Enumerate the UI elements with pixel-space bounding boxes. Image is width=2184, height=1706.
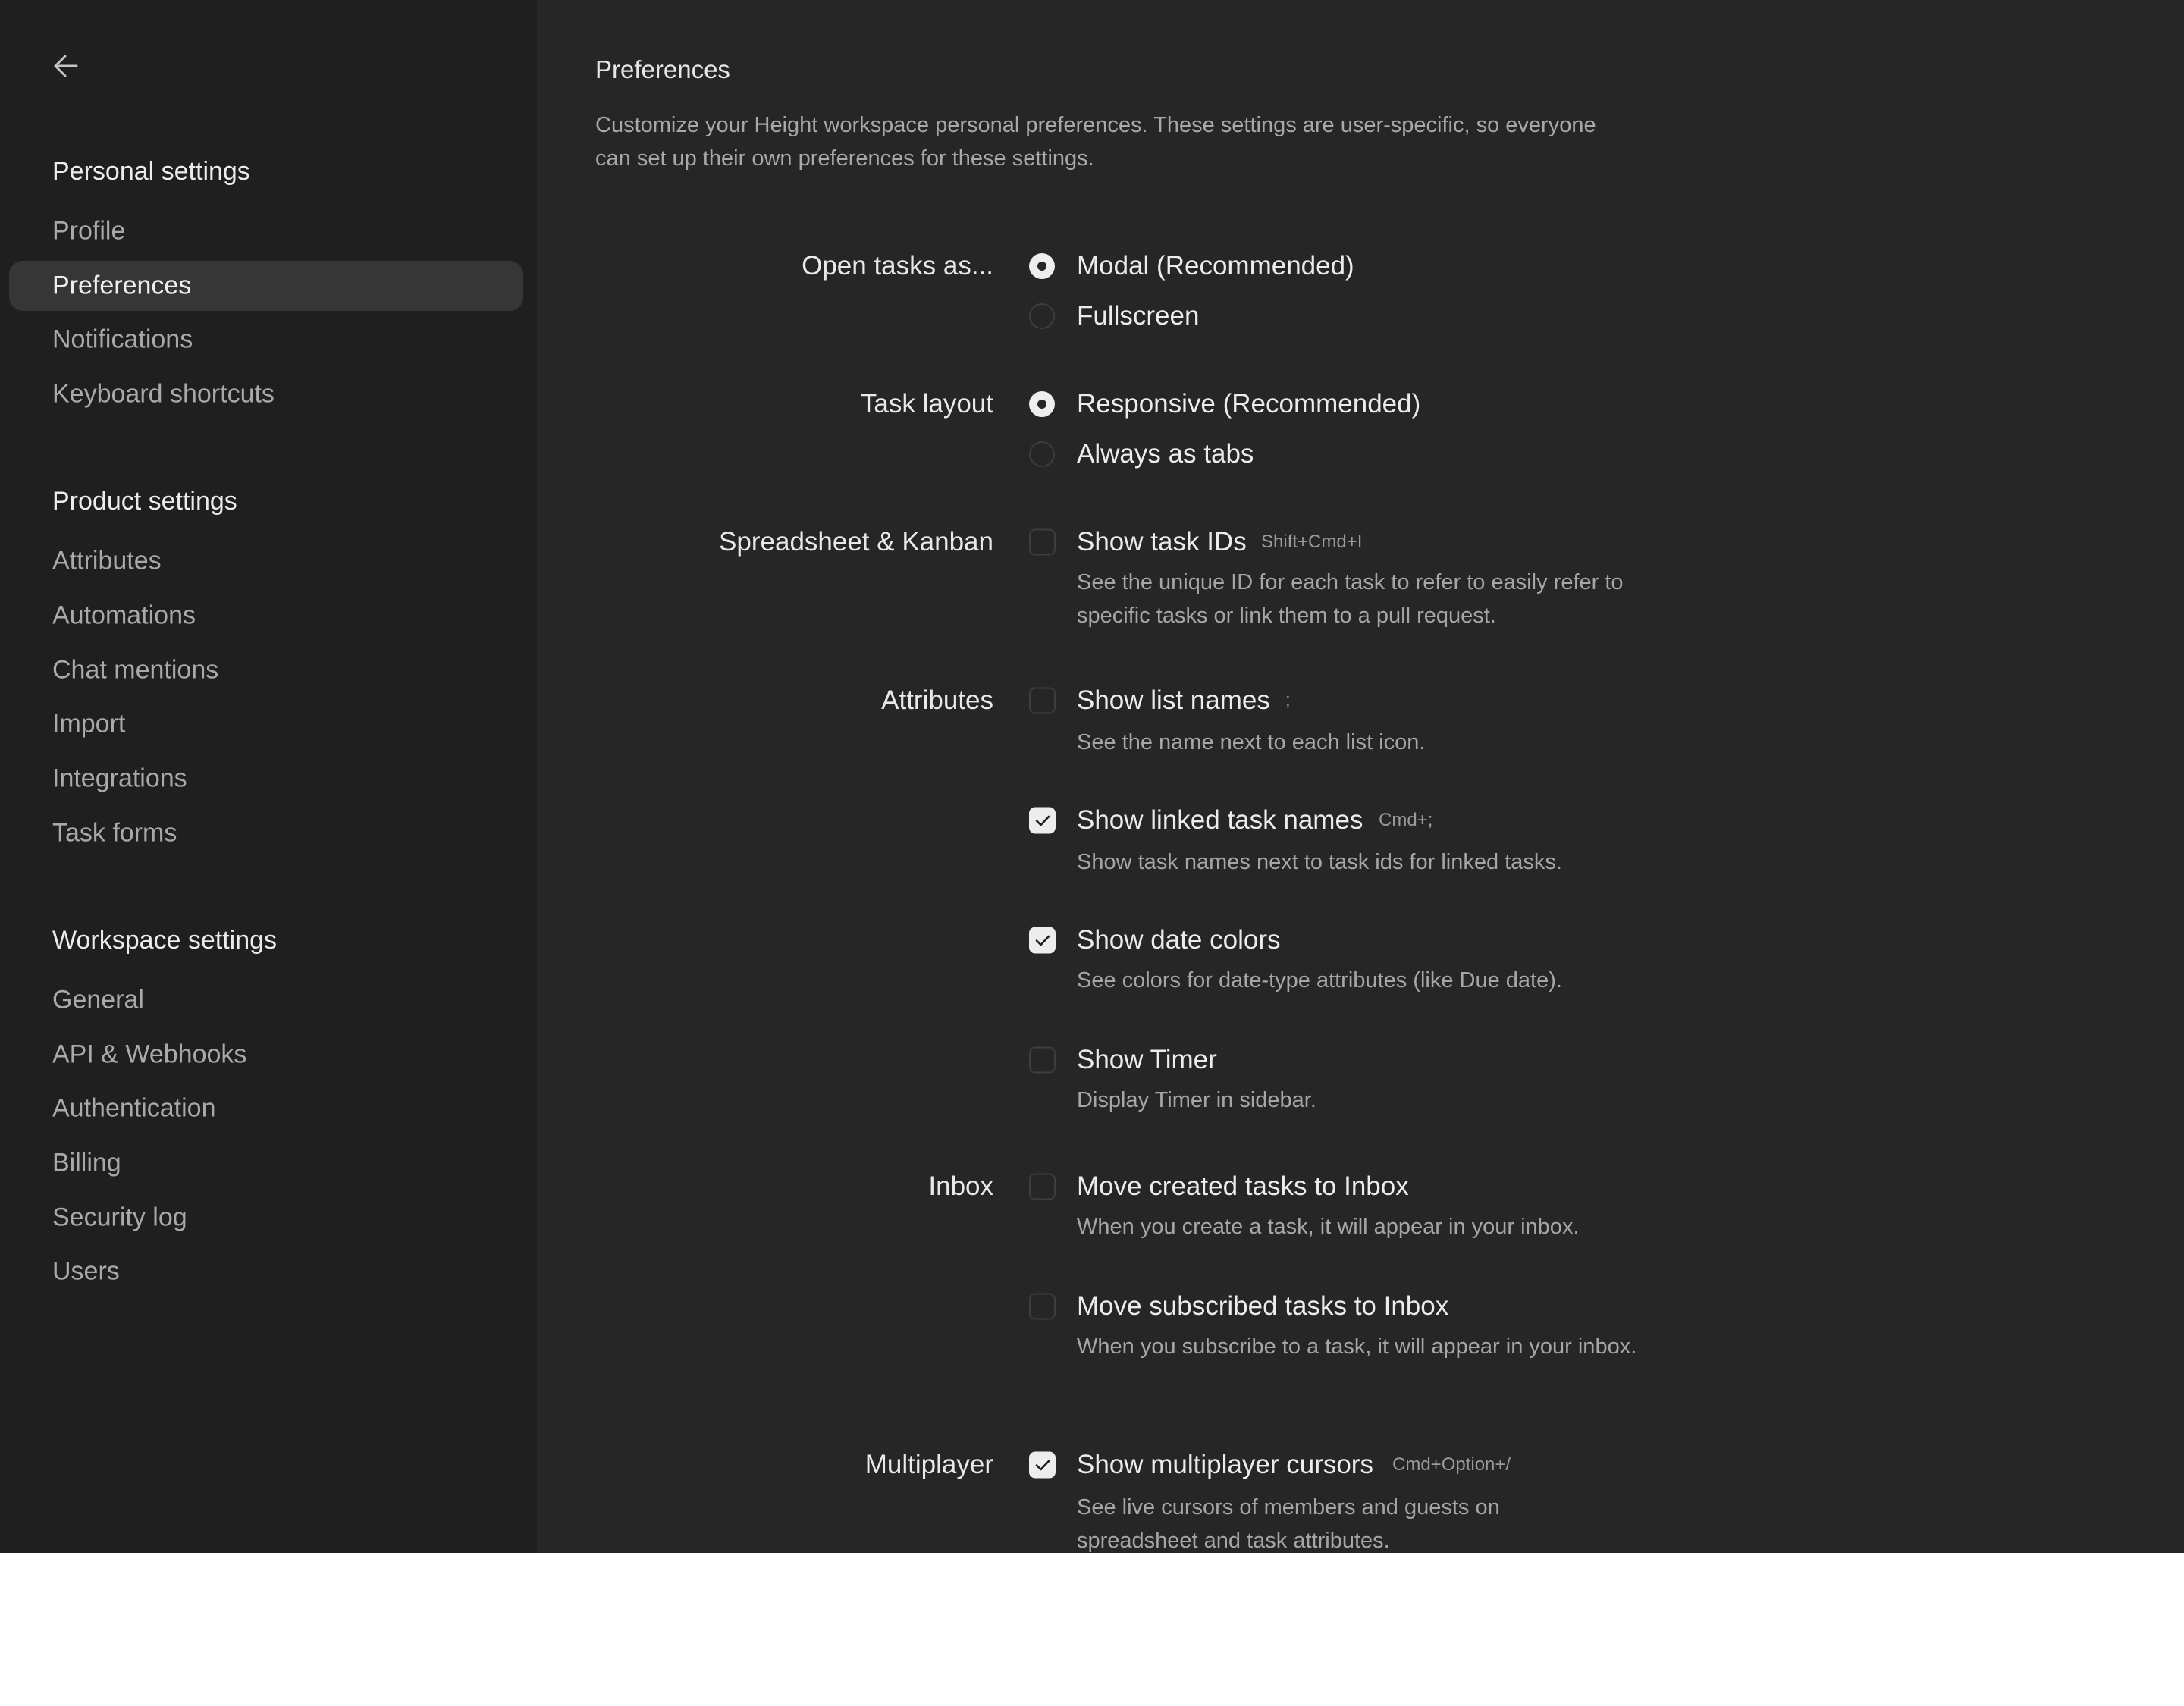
move-subscribed-to-inbox-description: When you subscribe to a task, it will ap… [1077, 1334, 1637, 1359]
sidebar-item-label: Preferences [52, 271, 192, 300]
settings-window: Personal settings Profile Preferences No… [0, 0, 2184, 1553]
sidebar-item-general[interactable]: General [9, 975, 523, 1025]
show-task-ids-shortcut: Shift+Cmd+I [1261, 532, 1363, 552]
show-task-ids-description: See the unique ID for each task to refer… [1077, 570, 1624, 628]
open-tasks-label: Open tasks as... [802, 251, 993, 281]
checkbox-show-date-colors[interactable] [1029, 927, 1056, 954]
sidebar-item-import[interactable]: Import [9, 699, 523, 749]
sidebar-item-label: Integrations [52, 764, 187, 793]
sidebar-item-label: Chat mentions [52, 655, 219, 685]
radio-modal-label[interactable]: Modal (Recommended) [1077, 251, 1354, 281]
show-multiplayer-cursors-label[interactable]: Show multiplayer cursors [1077, 1450, 1373, 1480]
multiplayer-label: Multiplayer [864, 1450, 993, 1479]
show-date-colors-label[interactable]: Show date colors [1077, 925, 1280, 955]
sidebar-item-label: Task forms [52, 818, 177, 848]
sidebar-item-label: Profile [52, 216, 126, 246]
sidebar-item-label: Import [52, 709, 126, 739]
radio-responsive-label[interactable]: Responsive (Recommended) [1077, 389, 1420, 419]
back-button[interactable] [49, 50, 83, 82]
sidebar-item-billing[interactable]: Billing [9, 1138, 523, 1188]
show-linked-task-names-shortcut: Cmd+; [1379, 810, 1433, 830]
show-timer-label[interactable]: Show Timer [1077, 1045, 1217, 1075]
checkbox-show-task-ids[interactable] [1029, 528, 1056, 556]
checkbox-show-multiplayer-cursors[interactable] [1029, 1451, 1056, 1479]
sidebar-item-chat-mentions[interactable]: Chat mentions [9, 645, 523, 695]
checkmark-icon [1035, 815, 1050, 826]
radio-always-tabs[interactable] [1029, 441, 1055, 467]
move-created-to-inbox-label[interactable]: Move created tasks to Inbox [1077, 1171, 1409, 1202]
checkbox-show-timer[interactable] [1029, 1046, 1056, 1074]
sidebar-item-authentication[interactable]: Authentication [9, 1083, 523, 1134]
radio-modal[interactable] [1029, 253, 1055, 279]
sidebar-item-security-log[interactable]: Security log [9, 1193, 523, 1243]
show-multiplayer-cursors-shortcut: Cmd+Option+/ [1392, 1454, 1511, 1475]
sidebar-item-notifications[interactable]: Notifications [9, 315, 523, 365]
task-layout-label: Task layout [860, 389, 993, 419]
sidebar-item-api-webhooks[interactable]: API & Webhooks [9, 1030, 523, 1080]
radio-always-tabs-label[interactable]: Always as tabs [1077, 439, 1254, 469]
show-list-names-label[interactable]: Show list names [1077, 685, 1270, 716]
checkbox-show-linked-task-names[interactable] [1029, 807, 1056, 834]
show-linked-task-names-description: Show task names next to task ids for lin… [1077, 850, 1562, 874]
inbox-label: Inbox [928, 1171, 993, 1201]
sidebar-item-label: Authentication [52, 1093, 216, 1123]
arrow-left-icon [54, 55, 78, 77]
show-multiplayer-cursors-description: See live cursors of members and guests o… [1077, 1495, 1500, 1553]
sidebar-item-task-forms[interactable]: Task forms [9, 808, 523, 858]
sidebar-item-users[interactable]: Users [9, 1247, 523, 1297]
sidebar-item-automations[interactable]: Automations [9, 591, 523, 641]
page-description: Customize your Height workspace personal… [595, 113, 1596, 171]
sidebar-item-preferences[interactable]: Preferences [9, 261, 523, 311]
show-linked-task-names-label[interactable]: Show linked task names [1077, 805, 1363, 836]
show-task-ids-label[interactable]: Show task IDs [1077, 527, 1247, 557]
radio-fullscreen[interactable] [1029, 303, 1055, 329]
sidebar-item-profile[interactable]: Profile [9, 206, 523, 256]
move-created-to-inbox-description: When you create a task, it will appear i… [1077, 1215, 1580, 1239]
show-list-names-description: See the name next to each list icon. [1077, 730, 1426, 754]
sidebar-item-label: Billing [52, 1148, 121, 1178]
show-list-names-shortcut: ; [1285, 690, 1291, 710]
sidebar-item-label: Users [52, 1256, 120, 1286]
radio-responsive[interactable] [1029, 391, 1055, 417]
show-date-colors-description: See colors for date-type attributes (lik… [1077, 968, 1562, 993]
checkmark-icon [1035, 935, 1050, 946]
checkbox-move-subscribed-to-inbox[interactable] [1029, 1293, 1056, 1320]
sidebar-item-label: Attributes [52, 546, 162, 575]
sidebar-item-label: API & Webhooks [52, 1040, 247, 1069]
sidebar-item-attributes[interactable]: Attributes [9, 536, 523, 586]
section-title-personal: Personal settings [52, 157, 250, 186]
sidebar-item-keyboard-shortcuts[interactable]: Keyboard shortcuts [9, 369, 523, 419]
checkmark-icon [1035, 1460, 1050, 1470]
sidebar-item-label: Keyboard shortcuts [52, 379, 275, 409]
sidebar-item-label: Automations [52, 601, 196, 630]
show-timer-description: Display Timer in sidebar. [1077, 1088, 1316, 1112]
section-title-product: Product settings [52, 487, 237, 516]
radio-fullscreen-label[interactable]: Fullscreen [1077, 301, 1199, 331]
sidebar-item-label: Notifications [52, 325, 193, 354]
checkbox-move-created-to-inbox[interactable] [1029, 1173, 1056, 1200]
move-subscribed-to-inbox-label[interactable]: Move subscribed tasks to Inbox [1077, 1291, 1448, 1322]
sidebar: Personal settings Profile Preferences No… [0, 0, 537, 1553]
sidebar-item-label: Security log [52, 1203, 187, 1232]
spreadsheet-kanban-label: Spreadsheet & Kanban [719, 527, 993, 557]
section-title-workspace: Workspace settings [52, 926, 278, 955]
page-title: Preferences [595, 55, 730, 83]
sidebar-item-label: General [52, 985, 144, 1015]
attributes-label: Attributes [881, 685, 993, 715]
checkbox-show-list-names[interactable] [1029, 687, 1056, 714]
sidebar-item-integrations[interactable]: Integrations [9, 754, 523, 804]
